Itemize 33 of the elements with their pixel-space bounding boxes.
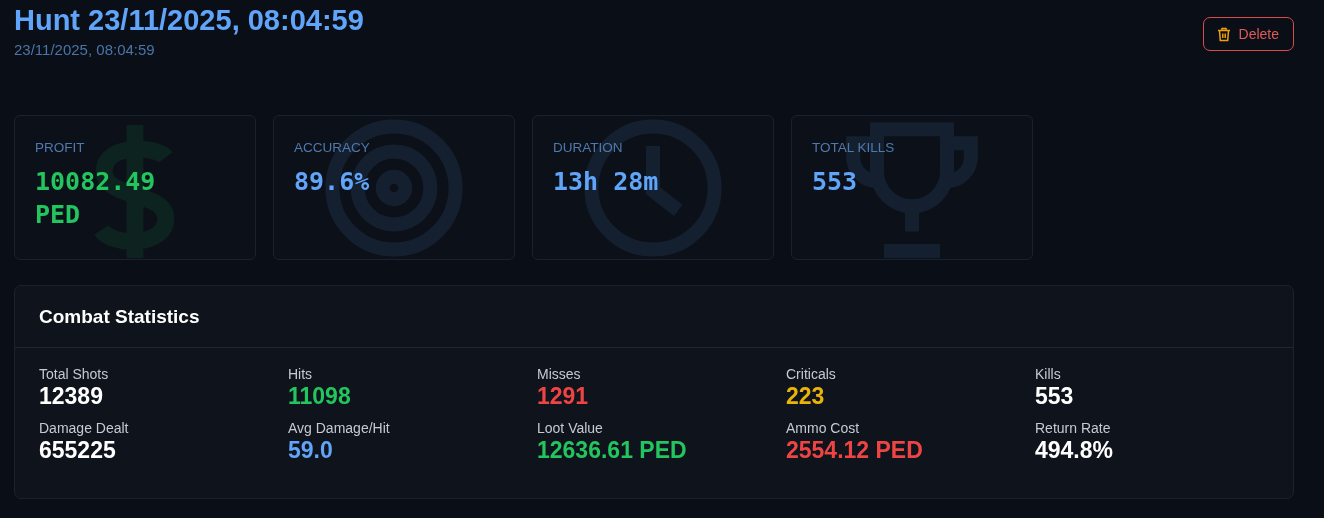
stat-value: 223 — [786, 383, 826, 410]
stat-value: 59.0 — [288, 437, 334, 464]
hunt-timestamp: 23/11/2025, 08:04:59 — [14, 41, 156, 58]
panel-title: Combat Statistics — [15, 286, 1293, 348]
stat-label: Loot Value — [537, 420, 604, 436]
stat-label: Avg Damage/Hit — [288, 420, 391, 436]
stat-value: 553 — [1035, 383, 1075, 410]
stat-label: Damage Dealt — [39, 420, 130, 436]
stat-label: PROFIT — [35, 140, 86, 155]
stat-value: 553 — [812, 166, 859, 198]
stat-value: 2554.12 PED — [786, 437, 924, 464]
stat-label: TOTAL KILLS — [812, 140, 896, 155]
stat-value: 12389 — [39, 383, 104, 410]
delete-button[interactable]: Delete — [1202, 17, 1294, 51]
stat-label: Ammo Cost — [786, 420, 861, 436]
stat-value: 13h 28m — [553, 166, 660, 198]
stat-value: 11098 — [288, 383, 352, 410]
trash-icon — [1216, 26, 1231, 42]
stat-label: Kills — [1035, 366, 1062, 382]
stat-label: Hits — [288, 366, 314, 382]
stat-value: 10082.49 PED — [35, 166, 157, 231]
stat-label: Return Rate — [1035, 420, 1112, 436]
stat-value: 494.8% — [1035, 437, 1114, 464]
stat-value: 655225 — [39, 437, 117, 464]
stat-value: 12636.61 PED — [537, 437, 688, 464]
stat-label: DURATION — [553, 140, 624, 155]
stat-label: Criticals — [786, 366, 837, 382]
stat-label: Misses — [537, 366, 582, 382]
stat-value: 1291 — [537, 383, 590, 410]
stat-label: ACCURACY — [294, 140, 371, 155]
stat-label: Total Shots — [39, 366, 110, 382]
page-title: Hunt 23/11/2025, 08:04:59 — [14, 3, 364, 37]
stat-value: 89.6% — [294, 166, 371, 198]
